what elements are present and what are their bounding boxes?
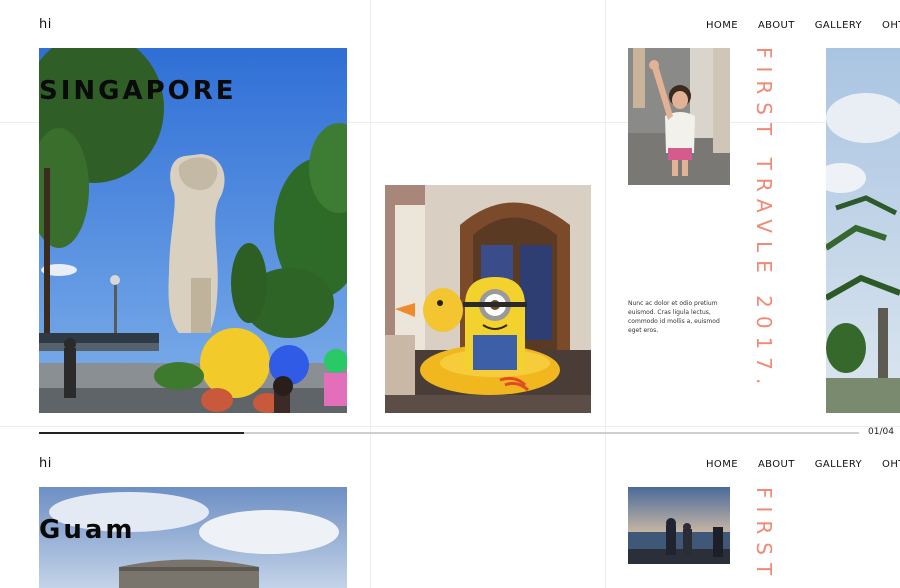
brand-logo[interactable]: hi <box>39 456 52 471</box>
sunset-photo <box>628 487 730 564</box>
nav-others[interactable]: OHTERS <box>882 459 900 470</box>
palm-illustration <box>826 48 900 413</box>
destination-title: Guam <box>39 515 136 545</box>
minion-photo <box>385 185 591 413</box>
palm-photo <box>826 48 900 413</box>
nav-about[interactable]: ABOUT <box>758 459 795 470</box>
brand-logo[interactable]: hi <box>39 17 52 32</box>
photo-caption: Nunc ac dolor et odio pretium euismod. C… <box>628 300 720 334</box>
child-photo <box>628 48 730 185</box>
destination-title: SINGAPORE <box>39 76 237 106</box>
minion-illustration <box>385 185 591 413</box>
nav-gallery[interactable]: GALLERY <box>815 20 862 31</box>
nav-gallery[interactable]: GALLERY <box>815 459 862 470</box>
nav-home[interactable]: HOME <box>706 20 738 31</box>
grid-line <box>0 426 900 427</box>
nav-home[interactable]: HOME <box>706 459 738 470</box>
main-nav: HOME ABOUT GALLERY OHTERS <box>706 20 900 31</box>
vertical-travel-title: FIRST TRAVLE 2017. <box>752 47 776 393</box>
main-nav: HOME ABOUT GALLERY OHTERS <box>706 459 900 470</box>
nav-others[interactable]: OHTERS <box>882 20 900 31</box>
slide-progress-bar[interactable] <box>39 432 859 434</box>
sunset-illustration <box>628 487 730 564</box>
child-illustration <box>628 48 730 185</box>
grid-line <box>605 0 606 588</box>
slide-progress-fill <box>39 432 244 434</box>
grid-line <box>370 0 371 588</box>
vertical-travel-title: FIRST <box>752 487 776 584</box>
slide-counter: 01/04 <box>868 427 894 437</box>
nav-about[interactable]: ABOUT <box>758 20 795 31</box>
